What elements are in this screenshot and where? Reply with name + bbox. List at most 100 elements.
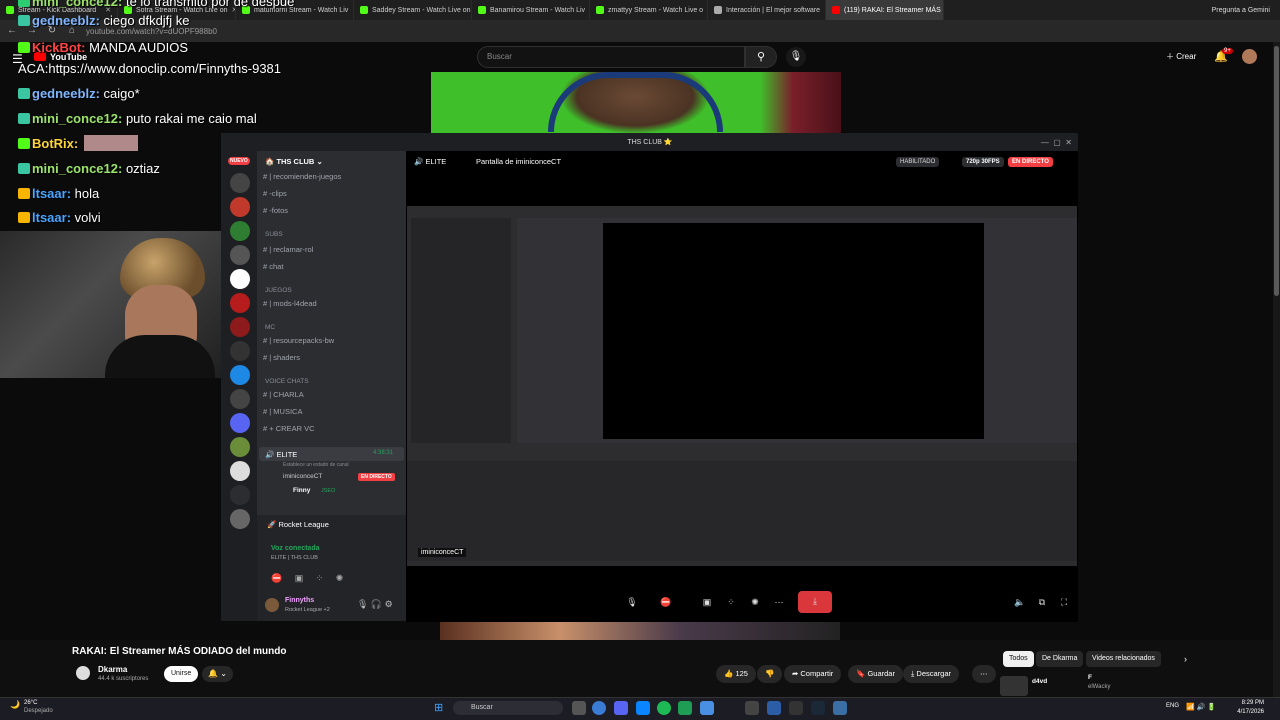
voice-search-button[interactable]: 🎙 — [786, 47, 806, 67]
related-title[interactable]: d4vd — [1032, 678, 1047, 685]
channel-item[interactable]: # | MUSICA — [263, 407, 302, 416]
save-button[interactable]: 🔖 Guardar — [848, 665, 903, 683]
popout-icon[interactable]: ⧉ — [1032, 592, 1052, 612]
browser-tab[interactable]: Saddey Stream - Watch Live on✕ — [354, 0, 472, 20]
server-icon[interactable] — [230, 461, 250, 481]
server-icon[interactable] — [230, 365, 250, 385]
browser-tab[interactable]: Interacción | El mejor software✕ — [708, 0, 826, 20]
channel-item[interactable]: # | shaders — [263, 353, 300, 362]
search-button[interactable]: ⚲ — [745, 46, 777, 68]
channel-item[interactable]: # | recomienden-juegos — [263, 172, 341, 181]
activity-name[interactable]: 🚀 Rocket League — [267, 520, 329, 529]
channel-item[interactable]: # -clips — [263, 189, 287, 198]
back-icon[interactable]: ← — [6, 25, 18, 37]
taskbar-search[interactable]: Buscar — [453, 701, 563, 715]
voice-channel-name[interactable]: 🔊 ELITE — [265, 450, 297, 459]
server-icon[interactable] — [230, 437, 250, 457]
soundboard-button[interactable]: ✺ — [745, 592, 765, 612]
app-icon-blue[interactable] — [700, 701, 714, 715]
app-icon-gray[interactable] — [745, 701, 759, 715]
more-button[interactable]: ⋯ — [769, 592, 789, 612]
server-icon[interactable] — [230, 269, 250, 289]
subscribed-bell-button[interactable]: 🔔 ⌄ — [202, 666, 233, 682]
voice-member-1[interactable]: iminiconceCT — [283, 473, 322, 480]
like-button[interactable]: 👍 125 — [716, 665, 756, 683]
activities-button[interactable]: ⁘ — [721, 592, 741, 612]
avatar[interactable] — [1242, 49, 1257, 64]
server-name[interactable]: 🏠 THS CLUB ⌄ — [265, 157, 323, 166]
files-icon[interactable] — [636, 701, 650, 715]
camera-toggle[interactable]: ⛔ — [656, 592, 676, 612]
browser-tab[interactable]: zmattyy Stream - Watch Live o✕ — [590, 0, 708, 20]
user-avatar[interactable] — [265, 598, 279, 612]
scrollbar-thumb[interactable] — [1274, 46, 1279, 296]
clock-time[interactable]: 8:29 PM — [1222, 700, 1264, 706]
voice-member-2[interactable]: Finny — [293, 487, 310, 494]
channel-category[interactable]: JUEGOS — [265, 287, 292, 294]
app-icon-c[interactable] — [767, 701, 781, 715]
channel-item[interactable]: # -fotos — [263, 206, 288, 215]
tray-icons[interactable]: 📶 🔊 🔋 — [1186, 703, 1216, 711]
related-title-2[interactable]: F — [1088, 674, 1092, 681]
download-button[interactable]: ⤓ Descargar — [903, 665, 960, 683]
gemini-button[interactable]: Pregunta a Gemini — [1202, 7, 1280, 14]
fullscreen-icon[interactable]: ⛶ — [1054, 592, 1074, 612]
server-icon[interactable] — [230, 485, 250, 505]
browser-tab[interactable]: Banamirou Stream - Watch Liv✕ — [472, 0, 590, 20]
language-indicator[interactable]: ENG — [1166, 703, 1179, 709]
server-icon[interactable] — [230, 509, 250, 529]
channel-category[interactable]: SUBS — [265, 231, 283, 238]
server-icon[interactable] — [230, 197, 250, 217]
chip-related[interactable]: Videos relacionados — [1086, 651, 1161, 667]
volume-icon[interactable]: 🔈 — [1010, 592, 1030, 612]
voice-location[interactable]: ELITE | THS CLUB — [271, 555, 318, 561]
server-icon[interactable] — [230, 317, 250, 337]
server-icon[interactable] — [230, 389, 250, 409]
dislike-button[interactable]: 👎 — [757, 665, 783, 683]
channel-item[interactable]: # | CHARLA — [263, 390, 304, 399]
share-button[interactable]: ➦ Compartir — [784, 665, 842, 683]
browser-tab[interactable]: (119) RAKAI: El Streamer MÁS O✕ — [826, 0, 944, 20]
task-view-icon[interactable] — [572, 701, 586, 715]
start-icon[interactable]: ⊞ — [434, 701, 443, 714]
window-controls[interactable]: — ▢ ✕ — [1041, 134, 1072, 151]
app-icon-green[interactable] — [678, 701, 692, 715]
stage-channel[interactable]: 🔊 ELITE — [414, 157, 446, 166]
weather-icon[interactable]: 🌙 — [10, 700, 20, 709]
channel-avatar[interactable] — [76, 666, 90, 680]
mic-headset-settings-icons[interactable]: 🎙 🎧 ⚙ — [357, 599, 393, 610]
app-icon-shield[interactable] — [833, 701, 847, 715]
channel-name[interactable]: Dkarma — [98, 665, 127, 674]
mic-toggle[interactable]: 🎙 — [622, 592, 642, 612]
chrome-icon[interactable] — [592, 701, 606, 715]
user-name[interactable]: Finnyths — [285, 597, 314, 604]
channel-item[interactable]: # + CREAR VC — [263, 424, 315, 433]
chip-all[interactable]: Todos — [1003, 651, 1034, 667]
channel-item[interactable]: # | reclamar-rol — [263, 245, 313, 254]
channel-item[interactable]: # chat — [263, 262, 283, 271]
disconnect-button[interactable]: ⤓ — [798, 591, 832, 613]
channel-category[interactable]: VOICE CHATS — [265, 378, 309, 385]
steam-icon[interactable] — [811, 701, 825, 715]
share-screen-button[interactable]: ▣ — [697, 592, 717, 612]
chip-channel[interactable]: De Dkarma — [1036, 651, 1084, 667]
channel-item[interactable]: # | mods-l4dead — [263, 299, 317, 308]
join-button[interactable]: Unirse — [164, 666, 199, 682]
server-icon[interactable] — [230, 245, 250, 265]
server-icon[interactable] — [230, 293, 250, 313]
temperature[interactable]: 26°C — [24, 700, 37, 706]
server-icon[interactable] — [230, 173, 250, 193]
more-actions-button[interactable]: ⋯ — [972, 665, 996, 683]
server-icon[interactable] — [230, 221, 250, 241]
related-thumbnail[interactable] — [1000, 676, 1028, 696]
chevron-right-icon[interactable]: › — [1184, 654, 1187, 664]
search-input[interactable]: Buscar — [477, 46, 745, 68]
server-icon[interactable] — [230, 341, 250, 361]
voice-controls[interactable]: ⛔ ▣ ⁘ ✺ — [271, 573, 343, 584]
server-icon[interactable] — [230, 413, 250, 433]
discord-icon[interactable] — [614, 701, 628, 715]
status-hint[interactable]: Establece un estado de canal — [283, 462, 349, 468]
spotify-icon[interactable] — [657, 701, 671, 715]
obs-icon[interactable] — [789, 701, 803, 715]
channel-category[interactable]: MC — [265, 324, 275, 331]
